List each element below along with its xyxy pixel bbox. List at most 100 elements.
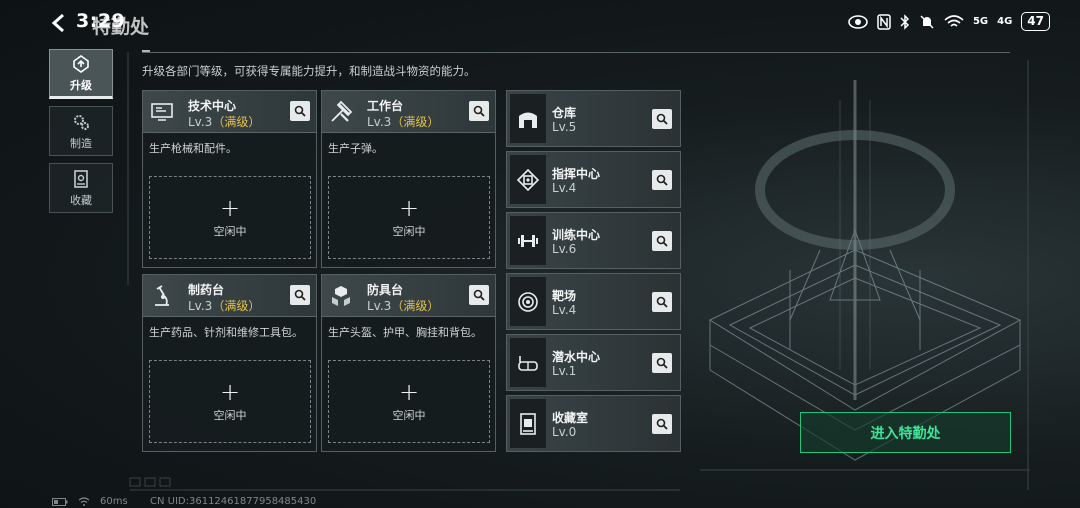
facility-level: Lv.1 xyxy=(552,364,577,378)
inspect-button[interactable] xyxy=(652,170,672,190)
facility-level: Lv.6 xyxy=(552,242,577,256)
card-title: 技术中心 xyxy=(188,99,237,113)
inspect-button[interactable] xyxy=(652,414,672,434)
inspect-button[interactable] xyxy=(290,101,310,121)
diving-mask-icon xyxy=(518,355,538,371)
ping-value: 60ms xyxy=(100,496,128,507)
facility-name: 指挥中心 xyxy=(552,167,601,181)
wifi-small-icon xyxy=(78,497,90,506)
facility-name: 潜水中心 xyxy=(552,350,601,364)
facility-level: Lv.4 xyxy=(552,303,577,317)
plus-icon: + xyxy=(219,193,241,222)
search-icon xyxy=(656,235,668,247)
level-value: Lv.3 xyxy=(188,115,213,129)
card-level: Lv.3（满级） xyxy=(188,297,260,314)
battery-indicator: 47 xyxy=(1021,12,1050,31)
production-slot[interactable]: + 空闲中 xyxy=(149,360,311,443)
command-chip-icon xyxy=(516,168,540,191)
search-icon xyxy=(294,289,306,301)
eye-icon xyxy=(848,14,868,29)
system-icons: 5G 4G 47 xyxy=(848,12,1050,31)
level-value: Lv.3 xyxy=(367,299,392,313)
tab-craft-label: 制造 xyxy=(70,136,92,150)
facility-name: 靶场 xyxy=(552,289,577,303)
inspect-button[interactable] xyxy=(652,292,672,312)
card-title: 工作台 xyxy=(367,99,404,113)
facility-icon-box xyxy=(510,94,546,143)
mute-bell-icon xyxy=(920,14,934,29)
inspect-button[interactable] xyxy=(652,231,672,251)
inspect-button[interactable] xyxy=(652,353,672,373)
card-description: 生产头盔、护甲、胸挂和背包。 xyxy=(328,326,482,339)
max-level-tag: （满级） xyxy=(391,115,440,129)
page-description: 升级各部门等级，可获得专属能力提升，和制造战斗物资的能力。 xyxy=(142,64,476,78)
tab-upgrade[interactable]: 升级 xyxy=(49,49,113,99)
facility-card-warehouse[interactable]: 仓库 Lv.5 xyxy=(506,90,681,147)
card-header: 技术中心 Lv.3（满级） xyxy=(143,91,316,133)
gears-icon xyxy=(74,114,89,130)
nfc-icon xyxy=(877,13,891,30)
level-value: Lv.3 xyxy=(367,115,392,129)
department-card-armor-bench[interactable]: 防具台 Lv.3（满级） 生产头盔、护甲、胸挂和背包。 + 空闲中 xyxy=(321,274,496,452)
inspect-button[interactable] xyxy=(652,109,672,129)
production-slot[interactable]: + 空闲中 xyxy=(328,360,490,443)
department-card-pharmacy[interactable]: 制药台 Lv.3（满级） 生产药品、针剂和维修工具包。 + 空闲中 xyxy=(142,274,317,452)
facility-card-diving-center[interactable]: 潜水中心 Lv.1 xyxy=(506,334,681,391)
search-icon xyxy=(294,105,306,117)
status-bar: 特勤处 3:29 5G 4G 47 xyxy=(0,8,1080,38)
user-id: CN UID:36112461877958485430 xyxy=(150,496,317,507)
plus-icon: + xyxy=(219,377,241,406)
microscope-icon xyxy=(155,285,169,306)
enter-special-ops-button[interactable]: 进入特勤处 xyxy=(800,412,1011,453)
tab-collection[interactable]: 收藏 xyxy=(49,163,113,213)
dumbbell-icon xyxy=(518,234,538,247)
slot-status: 空闲中 xyxy=(213,408,247,422)
level-value: Lv.3 xyxy=(188,299,213,313)
clock: 3:29 xyxy=(76,10,126,32)
facility-card-shooting-range[interactable]: 靶场 Lv.4 xyxy=(506,273,681,330)
side-navigation: 升级 制造 收藏 xyxy=(49,49,113,220)
facility-icon-box xyxy=(510,338,546,387)
facility-level: Lv.4 xyxy=(552,181,577,195)
footer-status: 60ms xyxy=(52,496,128,507)
card-level: Lv.3（满级） xyxy=(188,113,260,130)
search-icon xyxy=(656,174,668,186)
slot-status: 空闲中 xyxy=(392,408,426,422)
card-description: 生产子弹。 xyxy=(328,142,383,155)
department-card-workbench[interactable]: 工作台 Lv.3（满级） 生产子弹。 + 空闲中 xyxy=(321,90,496,268)
inspect-button[interactable] xyxy=(290,285,310,305)
back-arrow-icon[interactable] xyxy=(48,12,70,34)
facility-icon-box xyxy=(510,155,546,204)
facility-icon-box xyxy=(510,216,546,265)
facility-card-command-center[interactable]: 指挥中心 Lv.4 xyxy=(506,151,681,208)
plus-icon: + xyxy=(398,377,420,406)
search-icon xyxy=(656,418,668,430)
target-icon xyxy=(518,291,538,312)
signal-5g-icon: 5G xyxy=(972,16,989,27)
bluetooth-icon xyxy=(900,13,910,30)
search-icon xyxy=(656,113,668,125)
facility-card-collection-room[interactable]: 收藏室 Lv.0 xyxy=(506,395,681,452)
tools-icon xyxy=(331,100,353,122)
facility-level: Lv.0 xyxy=(552,425,577,439)
facility-card-training-center[interactable]: 训练中心 Lv.6 xyxy=(506,212,681,269)
tab-upgrade-label: 升级 xyxy=(70,78,92,92)
facility-icon-box xyxy=(510,399,546,448)
inspect-button[interactable] xyxy=(469,285,489,305)
header-divider xyxy=(142,52,1010,53)
department-card-tech-center[interactable]: 技术中心 Lv.3（满级） 生产枪械和配件。 + 空闲中 xyxy=(142,90,317,268)
tab-craft[interactable]: 制造 xyxy=(49,106,113,156)
card-level: Lv.3（满级） xyxy=(367,113,439,130)
production-slot[interactable]: + 空闲中 xyxy=(149,176,311,259)
monitor-icon xyxy=(151,103,173,121)
armor-boxes-icon xyxy=(332,286,350,306)
max-level-tag: （满级） xyxy=(212,115,261,129)
max-level-tag: （满级） xyxy=(212,299,261,313)
search-icon xyxy=(473,105,485,117)
slot-status: 空闲中 xyxy=(392,224,426,238)
warehouse-icon xyxy=(519,112,537,128)
production-slot[interactable]: + 空闲中 xyxy=(328,176,490,259)
facility-level: Lv.5 xyxy=(552,120,577,134)
slot-status: 空闲中 xyxy=(213,224,247,238)
inspect-button[interactable] xyxy=(469,101,489,121)
